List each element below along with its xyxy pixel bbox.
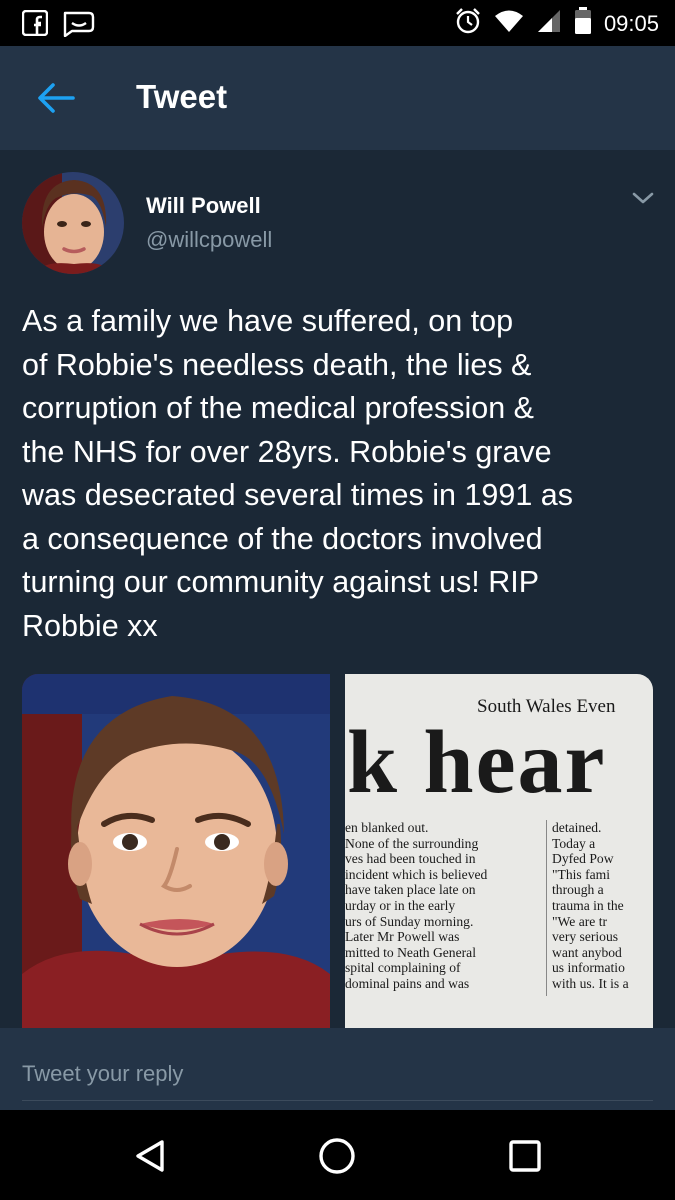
clipping-line: urs of Sunday morning. <box>345 913 474 929</box>
tweet-media: South Wales Even k hear en blanked out. … <box>22 674 653 1028</box>
tweet-text-line: corruption of the medical profession & <box>22 391 534 425</box>
newspaper-clipping[interactable]: South Wales Even k hear en blanked out. … <box>345 674 653 1028</box>
clipping-divider <box>546 820 547 996</box>
page-title: Tweet <box>136 78 228 115</box>
tweet-text-line: a consequence of the doctors involved <box>22 521 543 556</box>
alarm-icon <box>454 7 482 40</box>
back-button[interactable] <box>36 82 76 114</box>
clipping-line: want anybod <box>552 944 622 960</box>
tweet-text: As a family we have suffered, on top of … <box>22 300 652 648</box>
author-handle[interactable]: @willcpowell <box>146 227 272 253</box>
clipping-line: dominal pains and was <box>345 975 470 991</box>
tweet-text-line: of Robbie's needless death, the lies & <box>22 347 532 382</box>
tweet-card: Will Powell @willcpowell As a family we … <box>0 150 675 1028</box>
clipping-line: ves had been touched in <box>345 851 476 867</box>
circle-home-icon <box>319 1138 355 1174</box>
status-bar-right: 09:05 <box>454 7 659 40</box>
clipping-line: detained. <box>552 820 602 835</box>
avatar[interactable] <box>22 172 124 274</box>
clipping-line: have taken place late on <box>345 882 476 898</box>
square-recents-icon <box>509 1140 541 1172</box>
clipping-line: Later Mr Powell was <box>345 929 460 945</box>
battery-icon <box>574 7 592 40</box>
clipping-line: us informatio <box>552 960 625 976</box>
clipping-line: "We are tr <box>552 913 608 929</box>
clipping-line: en blanked out. <box>345 820 429 835</box>
triangle-back-icon <box>136 1140 164 1172</box>
tweet-text-line: the NHS for over 28yrs. Robbie's grave <box>22 434 552 469</box>
tweet-text-line: As a family we have suffered, on top <box>22 304 514 338</box>
nav-back-button[interactable] <box>126 1132 174 1180</box>
clipping-right-column: detained. Today a Dyfed Pow "This fami t… <box>552 820 653 992</box>
wifi-icon <box>494 9 524 38</box>
clipping-line: "This fami <box>552 866 611 882</box>
clipping-line: with us. It is a <box>552 975 629 991</box>
status-time: 09:05 <box>603 10 659 36</box>
clipping-line: through a <box>552 882 604 898</box>
tweet-text-line: turning our community against us! RIP <box>22 565 540 599</box>
facebook-icon <box>21 9 49 41</box>
clipping-line: spital complaining of <box>345 960 461 976</box>
clipping-line: incident which is believed <box>345 866 488 882</box>
clipping-line: trauma in the <box>552 897 624 913</box>
more-options-button[interactable] <box>630 188 656 208</box>
navigation-bar <box>0 1110 675 1200</box>
photo-boy[interactable] <box>22 674 330 1028</box>
clipping-headline: k hear <box>347 713 607 812</box>
clipping-left-column: en blanked out. None of the surrounding … <box>345 820 541 992</box>
status-bar: 09:05 <box>0 0 675 46</box>
arrow-left-icon <box>38 83 75 113</box>
reply-input[interactable] <box>22 1048 653 1101</box>
messages-icon <box>62 9 96 42</box>
nav-recents-button[interactable] <box>501 1132 549 1180</box>
signal-icon <box>536 9 562 38</box>
clipping-line: urday or in the early <box>345 897 456 913</box>
clipping-line: very serious <box>552 929 619 945</box>
reply-bar <box>0 1028 675 1110</box>
author-name[interactable]: Will Powell <box>146 193 261 219</box>
chevron-down-icon <box>632 192 654 204</box>
status-bar-left <box>21 9 96 42</box>
tweet-text-line: was desecrated several times in 1991 as <box>22 478 573 512</box>
app-bar: Tweet <box>0 46 675 150</box>
clipping-line: Today a <box>552 835 596 851</box>
tweet-text-line: Robbie xx <box>22 608 158 643</box>
clipping-line: Dyfed Pow <box>552 851 614 867</box>
clipping-line: None of the surrounding <box>345 835 479 851</box>
nav-home-button[interactable] <box>313 1132 361 1180</box>
clipping-line: mitted to Neath General <box>345 944 476 960</box>
